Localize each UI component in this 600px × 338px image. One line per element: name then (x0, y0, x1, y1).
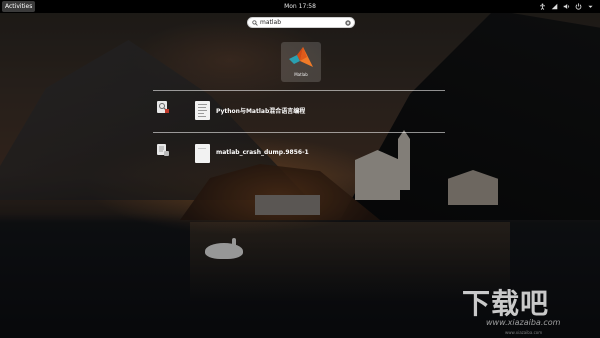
clock[interactable]: Mon 17:58 (0, 0, 600, 13)
watermark-logo: 下载吧 (462, 287, 550, 320)
status-area[interactable] (539, 0, 594, 13)
files-icon[interactable] (156, 143, 170, 157)
search-query[interactable]: matlab (260, 18, 281, 28)
watermark-small-text: www.xiazaiba.com (505, 330, 543, 335)
app-result-label: Matlab (294, 72, 308, 77)
app-result-matlab[interactable]: Matlab (281, 42, 321, 82)
accessibility-icon[interactable] (539, 3, 546, 10)
network-icon[interactable] (551, 3, 558, 10)
document-viewer-icon[interactable] (156, 100, 170, 114)
results-separator (153, 132, 445, 133)
top-bar: Activities Mon 17:58 (0, 0, 600, 13)
results-separator (153, 90, 445, 91)
power-icon[interactable] (575, 3, 582, 10)
file-result-name[interactable]: matlab_crash_dump.9856-1 (216, 149, 309, 156)
chevron-down-icon[interactable] (587, 3, 594, 10)
matlab-icon (289, 47, 313, 67)
search-input[interactable]: matlab (247, 17, 355, 28)
clear-search-icon[interactable] (345, 20, 351, 26)
file-thumbnail[interactable] (195, 144, 210, 163)
watermark-url: www.xiazaiba.com (486, 318, 561, 327)
volume-icon[interactable] (563, 3, 570, 10)
document-thumbnail[interactable] (195, 101, 210, 120)
search-icon (252, 20, 258, 26)
file-result-name[interactable]: Python与Matlab混合语言编程 (216, 106, 305, 115)
